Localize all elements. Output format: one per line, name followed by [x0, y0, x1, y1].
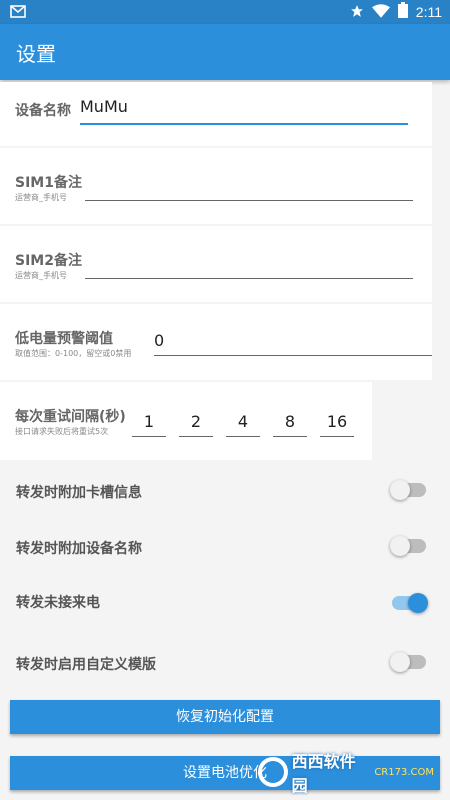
sim2-card: SIM2备注 运营商_手机号: [0, 226, 432, 302]
toggle-label-sim-slot: 转发时附加卡槽信息: [16, 485, 142, 501]
retry-label: 每次重试间隔(秒): [15, 409, 126, 425]
watermark-logo-icon: [258, 757, 288, 787]
status-bar: 2:11: [0, 0, 450, 24]
sim2-label: SIM2备注: [15, 253, 82, 269]
watermark: 西西软件园 CR173.COM: [258, 752, 434, 795]
sim1-field[interactable]: [85, 178, 413, 201]
toggle-row-device-name[interactable]: 转发时附加设备名称: [0, 518, 450, 574]
toggle-label-device-name: 转发时附加设备名称: [16, 541, 142, 557]
reset-config-button[interactable]: 恢复初始化配置: [10, 700, 440, 734]
sim1-card: SIM1备注 运营商_手机号: [0, 148, 432, 224]
retry-hint: 接口请求失败后将重试5次: [15, 427, 109, 436]
toggle-label-missed-calls: 转发未接来电: [16, 595, 100, 611]
message-icon: [10, 4, 26, 18]
status-time: 2:11: [415, 4, 442, 20]
device-name-card: 设备名称 MuMu: [0, 82, 432, 146]
retry-field-1[interactable]: 1: [132, 412, 166, 437]
page-title: 设置: [16, 42, 56, 66]
sim2-hint: 运营商_手机号: [15, 271, 67, 280]
missed-calls-toggle[interactable]: [392, 593, 428, 613]
custom-template-toggle[interactable]: [390, 652, 426, 672]
retry-field-5[interactable]: 16: [320, 412, 354, 437]
star-icon: [350, 3, 364, 22]
sim2-field[interactable]: [85, 256, 413, 279]
watermark-brand: 西西软件园: [291, 752, 356, 795]
low-battery-field[interactable]: 0: [154, 331, 432, 356]
toggle-row-sim-slot[interactable]: 转发时附加卡槽信息: [0, 462, 450, 518]
watermark-domain: CR173.COM: [374, 766, 434, 778]
sim1-label: SIM1备注: [15, 175, 82, 191]
toggle-row-missed-calls[interactable]: 转发未接来电: [0, 574, 450, 630]
retry-field-3[interactable]: 4: [226, 412, 260, 437]
device-name-toggle[interactable]: [390, 536, 426, 556]
device-name-label: 设备名称: [15, 103, 71, 119]
device-name-field[interactable]: MuMu: [80, 97, 408, 125]
battery-icon: [397, 2, 408, 22]
retry-field-4[interactable]: 8: [273, 412, 307, 437]
sim1-hint: 运营商_手机号: [15, 193, 67, 202]
retry-card: 每次重试间隔(秒) 接口请求失败后将重试5次 1 2 4 8 16: [0, 382, 372, 460]
toggle-row-custom-template[interactable]: 转发时启用自定义模版: [0, 634, 450, 690]
app-bar: 设置: [0, 24, 450, 80]
low-battery-label: 低电量预警阈值: [15, 331, 113, 347]
wifi-icon: [371, 3, 390, 22]
low-battery-card: 低电量预警阈值 取值范围：0-100，留空或0禁用 0: [0, 304, 432, 380]
toggle-label-custom-template: 转发时启用自定义模版: [16, 657, 156, 673]
sim-slot-toggle[interactable]: [390, 480, 426, 500]
low-battery-hint: 取值范围：0-100，留空或0禁用: [15, 349, 132, 358]
retry-field-2[interactable]: 2: [179, 412, 213, 437]
